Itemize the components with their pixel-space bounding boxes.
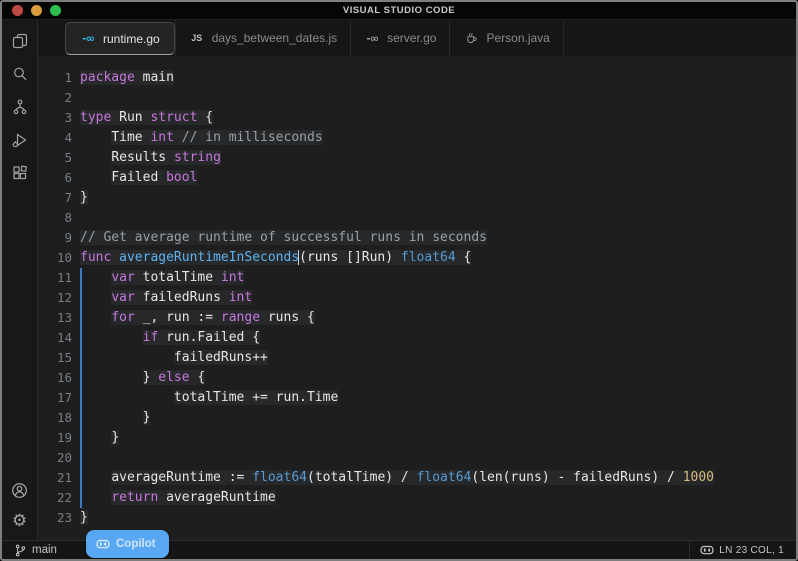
tab-label: runtime.go [103,32,160,46]
line-number: 22 [38,488,72,508]
line-number: 16 [38,368,72,388]
tab-server-go[interactable]: -∞ server.go [351,20,450,56]
code-line-4[interactable]: 4 Time int // in milliseconds [38,128,796,148]
code-line-19[interactable]: 19 } [38,428,796,448]
window-title: Visual Studio Code [343,5,455,16]
line-number: 1 [38,68,72,88]
sidebar-item-explorer[interactable] [7,28,33,54]
tab-runtime-go[interactable]: -∞ runtime.go [65,22,175,55]
line-number: 3 [38,108,72,128]
gear-icon: ⚙ [12,513,27,530]
sidebar-item-source-control[interactable] [7,94,33,120]
git-branch-indicator[interactable]: main [10,541,61,559]
copilot-button-label: Copilot [116,538,156,550]
line-number: 13 [38,308,72,328]
go-file-icon: -∞ [80,31,96,47]
tab-label: Person.java [486,31,549,45]
tab-bar: -∞ runtime.go JS days_between_dates.js -∞ ser… [38,20,796,56]
line-col-label: Ln 23 Col, 1 [719,545,784,556]
tab-person-java[interactable]: Person.java [450,20,563,56]
code-line-8[interactable]: 8 [38,208,796,228]
line-number: 15 [38,348,72,368]
code-line-14[interactable]: 14 if run.Failed { [38,328,796,348]
editor[interactable]: 1package main23type Run struct {4 Time i… [38,56,796,540]
copilot-button[interactable]: Copilot [86,530,169,558]
settings-button[interactable]: ⚙ [7,508,33,534]
tab-label: days_between_dates.js [212,31,337,45]
line-number: 4 [38,128,72,148]
code-line-15[interactable]: 15 failedRuns++ [38,348,796,368]
code-line-21[interactable]: 21 averageRuntime := float64(totalTime) … [38,468,796,488]
tab-days-between-dates-js[interactable]: JS days_between_dates.js [175,20,351,56]
line-number: 11 [38,268,72,288]
code-line-2[interactable]: 2 [38,88,796,108]
sidebar-item-search[interactable] [7,61,33,87]
code-line-20[interactable]: 20 [38,448,796,468]
line-number: 21 [38,468,72,488]
code-line-18[interactable]: 18 } [38,408,796,428]
line-number: 10 [38,248,72,268]
line-number: 9 [38,228,72,248]
content-row: ⚙ -∞ runtime.go JS days_between_dates.js -∞ s… [2,20,796,540]
sidebar-item-extensions[interactable] [7,160,33,186]
activity-bar: ⚙ [2,20,38,540]
minimize-window-button[interactable] [31,5,42,16]
code-line-5[interactable]: 5 Results string [38,148,796,168]
line-number: 17 [38,388,72,408]
code-line-1[interactable]: 1package main [38,68,796,88]
run-debug-icon [12,132,28,148]
traffic-lights [12,2,61,19]
line-number: 23 [38,508,72,528]
code-line-22[interactable]: 22 return averageRuntime [38,488,796,508]
code-line-17[interactable]: 17 totalTime += run.Time [38,388,796,408]
sidebar-item-run-debug[interactable] [7,127,33,153]
zoom-window-button[interactable] [50,5,61,16]
git-branch-icon [12,99,28,115]
code-line-11[interactable]: 11 var totalTime int [38,268,796,288]
code-line-7[interactable]: 7} [38,188,796,208]
branch-name: main [32,544,57,556]
line-number: 18 [38,408,72,428]
cursor-position-indicator[interactable]: Ln 23 Col, 1 [689,541,788,559]
close-window-button[interactable] [12,5,23,16]
indent-scope-guide [80,268,82,508]
copilot-status-icon [700,543,714,557]
go-file-icon: -∞ [364,30,380,46]
code-line-3[interactable]: 3type Run struct { [38,108,796,128]
line-number: 7 [38,188,72,208]
line-number: 5 [38,148,72,168]
code-line-16[interactable]: 16 } else { [38,368,796,388]
editor-column: -∞ runtime.go JS days_between_dates.js -∞ ser… [38,20,796,540]
code-line-9[interactable]: 9// Get average runtime of successful ru… [38,228,796,248]
vscode-window: Visual Studio Code [0,0,798,561]
code-line-10[interactable]: 10func averageRuntimeInSeconds(runs []Ru… [38,248,796,268]
code-line-6[interactable]: 6 Failed bool [38,168,796,188]
git-branch-icon [14,544,27,557]
title-bar: Visual Studio Code [2,2,796,20]
line-number: 14 [38,328,72,348]
tab-label: server.go [387,31,436,45]
code-line-12[interactable]: 12 var failedRuns int [38,288,796,308]
account-icon [11,482,28,499]
extensions-icon [12,165,28,181]
account-button[interactable] [7,477,33,503]
line-number: 8 [38,208,72,228]
line-number: 12 [38,288,72,308]
line-number: 6 [38,168,72,188]
line-number: 19 [38,428,72,448]
search-icon [12,66,28,82]
line-number: 20 [38,448,72,468]
line-number: 2 [38,88,72,108]
js-file-icon: JS [189,30,205,46]
java-file-icon [463,30,479,46]
files-icon [12,33,28,49]
code-line-13[interactable]: 13 for _, run := range runs { [38,308,796,328]
copilot-icon [96,537,110,551]
code-line-23[interactable]: 23} [38,508,796,528]
